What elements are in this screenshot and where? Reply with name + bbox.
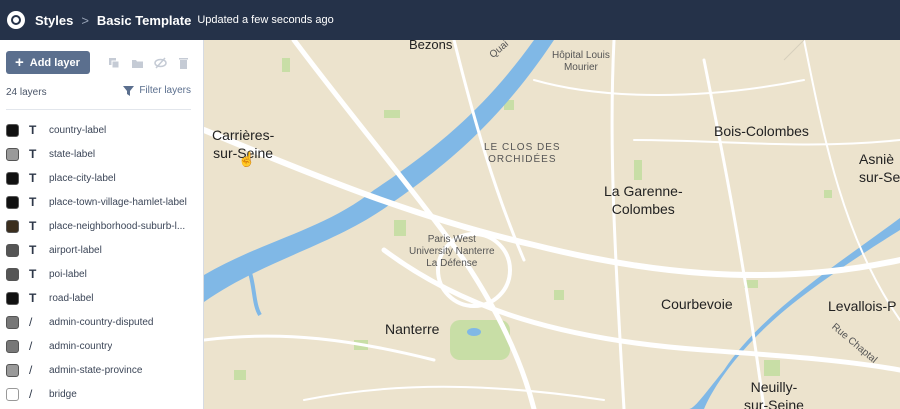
symbol-layer-icon: T <box>29 267 37 281</box>
layer-name: state-label <box>49 148 96 160</box>
duplicate-icon[interactable] <box>108 56 121 69</box>
layer-tools <box>108 56 190 69</box>
layer-color-swatch[interactable] <box>6 315 19 329</box>
save-status: Updated a few seconds ago <box>197 14 334 26</box>
layer-color-swatch[interactable] <box>6 339 19 353</box>
map-canvas[interactable]: Bezons Quai Hôpital Louis Mourier Carriè… <box>204 40 900 409</box>
map-label-nanterre: Nanterre <box>385 321 440 337</box>
layer-item[interactable]: / admin-country-disputed <box>0 310 204 334</box>
layers-sidebar: + Add layer 24 layers Filter layers Tcou… <box>0 40 204 409</box>
layer-name: bridge <box>49 388 77 400</box>
layer-color-swatch[interactable] <box>6 171 19 185</box>
layer-name: country-label <box>49 124 107 136</box>
symbol-layer-icon: T <box>29 291 37 305</box>
layer-color-swatch[interactable] <box>6 267 19 281</box>
layer-name: place-town-village-hamlet-label <box>49 196 187 208</box>
layer-item[interactable]: / admin-country <box>0 334 204 358</box>
filter-layers-button[interactable]: Filter layers <box>123 85 191 96</box>
plus-icon: + <box>15 54 24 71</box>
top-bar: Styles > Basic Template Updated a few se… <box>0 0 900 40</box>
symbol-layer-icon: T <box>29 171 37 185</box>
layer-color-swatch[interactable] <box>6 291 19 305</box>
breadcrumb-style-name[interactable]: Basic Template <box>97 13 191 28</box>
breadcrumb-styles[interactable]: Styles <box>35 13 73 28</box>
layer-item[interactable]: Tplace-town-village-hamlet-label <box>0 190 204 214</box>
layer-count: 24 layers <box>6 87 47 98</box>
layer-color-swatch[interactable] <box>6 123 19 137</box>
line-layer-icon: / <box>29 315 33 329</box>
symbol-layer-icon: T <box>29 195 37 209</box>
layer-list: Tcountry-label Tstate-label Tplace-city-la… <box>0 118 204 406</box>
layer-item[interactable]: Troad-label <box>0 286 204 310</box>
hide-icon[interactable] <box>154 56 167 69</box>
map-label-levallois: Levallois-P <box>828 298 897 314</box>
layer-color-swatch[interactable] <box>6 219 19 233</box>
layer-item[interactable]: / bridge <box>0 382 204 406</box>
line-layer-icon: / <box>29 387 33 401</box>
layer-item[interactable]: Tpoi-label <box>0 262 204 286</box>
trash-icon[interactable] <box>177 56 190 69</box>
layer-name: place-neighborhood-suburb-l... <box>49 220 186 232</box>
layer-name: place-city-label <box>49 172 116 184</box>
layer-color-swatch[interactable] <box>6 195 19 209</box>
layer-name: admin-state-province <box>49 364 143 376</box>
line-layer-icon: / <box>29 363 33 377</box>
layer-name: road-label <box>49 292 94 304</box>
layer-item[interactable]: Tplace-city-label <box>0 166 204 190</box>
add-layer-label: Add layer <box>29 56 80 69</box>
symbol-layer-icon: T <box>29 147 37 161</box>
layer-name: admin-country <box>49 340 113 352</box>
layer-name: airport-label <box>49 244 102 256</box>
layer-item[interactable]: Tairport-label <box>0 238 204 262</box>
map-label-hopital: Hôpital Louis Mourier <box>552 50 610 73</box>
symbol-layer-icon: T <box>29 243 37 257</box>
map-label-la-garenne: La Garenne- Colombes <box>604 183 683 217</box>
map-graphic <box>204 40 900 409</box>
layer-color-swatch[interactable] <box>6 363 19 377</box>
layer-name: admin-country-disputed <box>49 316 154 328</box>
divider <box>6 109 191 110</box>
breadcrumb-separator-icon: > <box>81 12 89 28</box>
map-label-bezons: Bezons <box>409 40 453 52</box>
add-layer-button[interactable]: + Add layer <box>6 51 90 74</box>
layer-item[interactable]: / admin-state-province <box>0 358 204 382</box>
map-label-paris-west: Paris West University Nanterre La Défens… <box>409 234 495 269</box>
layer-item[interactable]: Tstate-label <box>0 142 204 166</box>
filter-icon <box>123 86 135 96</box>
layer-color-swatch[interactable] <box>6 387 19 401</box>
symbol-layer-icon: T <box>29 219 37 233</box>
map-label-asnieres: Asniè sur-Se <box>859 151 900 185</box>
symbol-layer-icon: T <box>29 123 37 137</box>
filter-layers-label: Filter layers <box>139 85 191 96</box>
folder-icon[interactable] <box>131 56 144 68</box>
hand-cursor-icon: ☝ <box>238 151 256 167</box>
app-logo-icon[interactable] <box>7 11 25 29</box>
layer-item[interactable]: Tcountry-label <box>0 118 204 142</box>
layer-color-swatch[interactable] <box>6 147 19 161</box>
layer-color-swatch[interactable] <box>6 243 19 257</box>
map-label-neuilly: Neuilly- sur-Seine <box>744 379 804 409</box>
map-label-clos: LE CLOS DES ORCHIDÉES <box>484 142 561 165</box>
line-layer-icon: / <box>29 339 33 353</box>
layer-item[interactable]: Tplace-neighborhood-suburb-l... <box>0 214 204 238</box>
map-label-bois-colombes: Bois-Colombes <box>714 123 809 139</box>
map-label-courbevoie: Courbevoie <box>661 296 733 312</box>
layer-name: poi-label <box>49 268 87 280</box>
